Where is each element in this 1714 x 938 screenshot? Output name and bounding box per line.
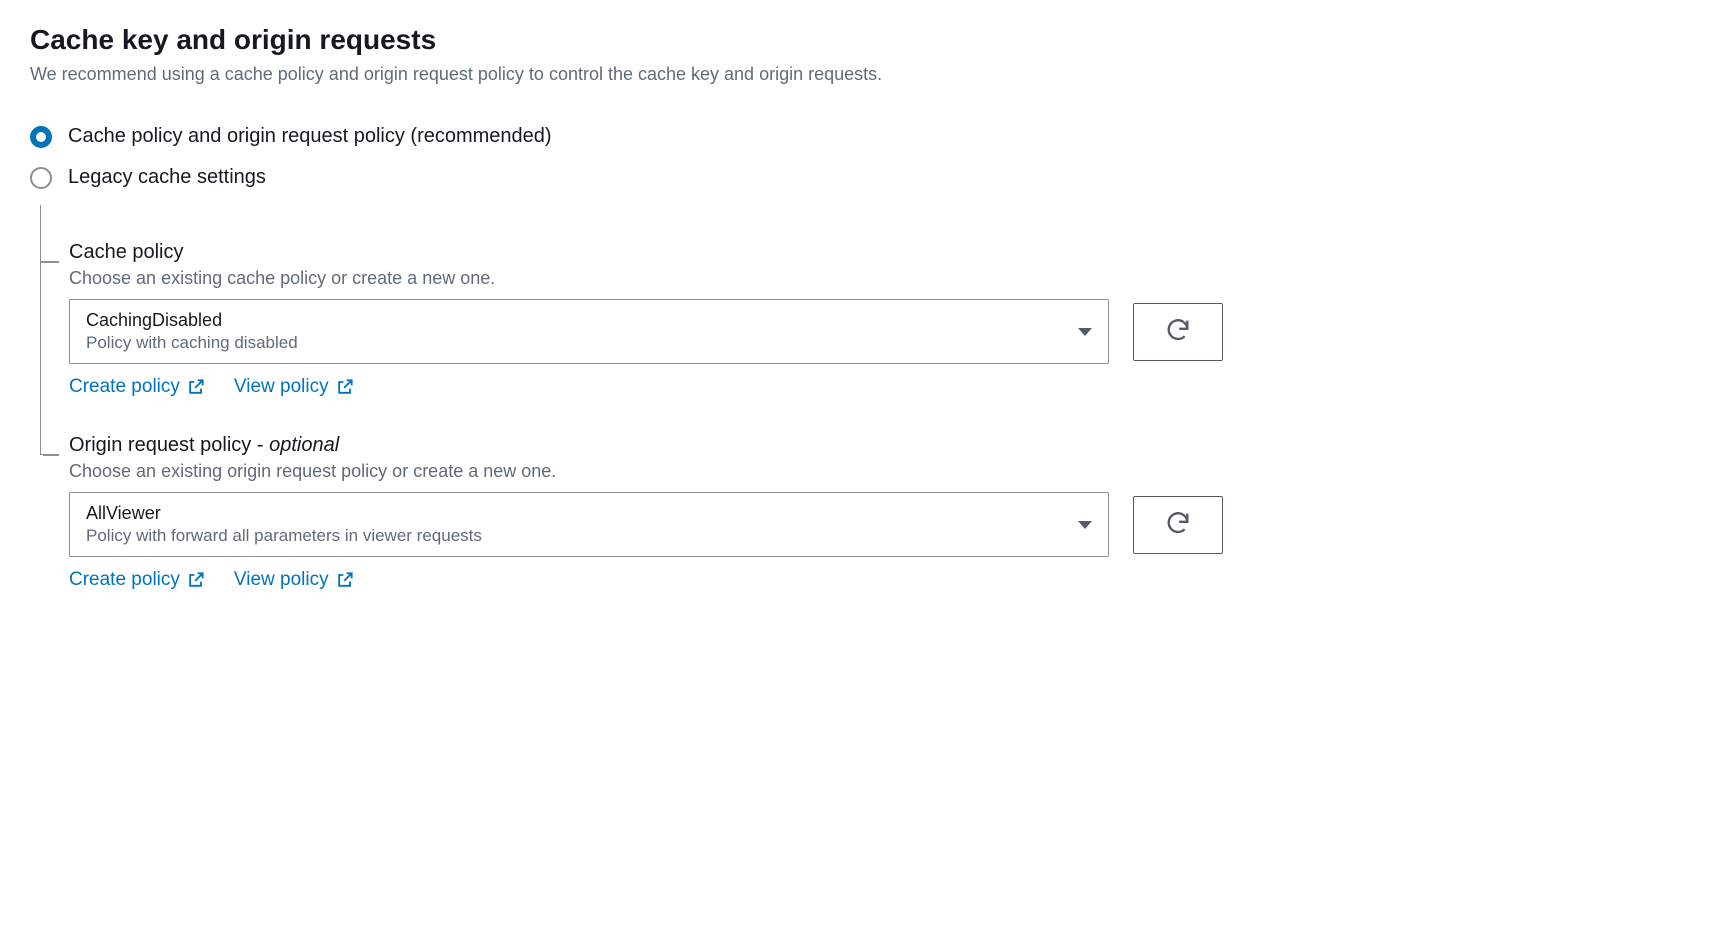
label-dash: - — [257, 434, 269, 456]
origin-request-policy-description: Choose an existing origin request policy… — [69, 461, 1684, 482]
select-subtext: Policy with forward all parameters in vi… — [86, 526, 482, 546]
label-optional: optional — [269, 434, 339, 456]
cache-policy-label: Cache policy — [69, 241, 1684, 264]
origin-request-policy-block: Origin request policy - optional Choose … — [41, 398, 1684, 591]
policy-mode-radio-group: Cache policy and origin request policy (… — [30, 125, 1684, 189]
external-link-icon — [335, 377, 355, 397]
caret-down-icon — [1078, 328, 1092, 336]
cache-policy-select[interactable]: CachingDisabled Policy with caching disa… — [69, 299, 1109, 364]
cache-policy-block: Cache policy Choose an existing cache po… — [41, 205, 1684, 398]
origin-request-policy-links: Create policy View policy — [69, 569, 1684, 591]
radio-indicator-selected — [30, 126, 52, 148]
select-value: CachingDisabled — [86, 310, 298, 331]
link-text: View policy — [234, 376, 329, 398]
radio-label: Cache policy and origin request policy (… — [68, 125, 552, 148]
policy-tree: Cache policy Choose an existing cache po… — [40, 205, 1684, 591]
select-content: AllViewer Policy with forward all parame… — [86, 503, 482, 546]
cache-key-section: Cache key and origin requests We recomme… — [30, 24, 1684, 591]
select-value: AllViewer — [86, 503, 482, 524]
cache-policy-links: Create policy View policy — [69, 376, 1684, 398]
external-link-icon — [186, 570, 206, 590]
select-subtext: Policy with caching disabled — [86, 333, 298, 353]
refresh-origin-policy-button[interactable] — [1133, 496, 1223, 554]
cache-policy-description: Choose an existing cache policy or creat… — [69, 268, 1684, 289]
link-text: Create policy — [69, 376, 180, 398]
caret-down-icon — [1078, 521, 1092, 529]
radio-indicator-unselected — [30, 167, 52, 189]
radio-option-recommended[interactable]: Cache policy and origin request policy (… — [30, 125, 1684, 148]
cache-policy-select-row: CachingDisabled Policy with caching disa… — [69, 299, 1684, 364]
create-cache-policy-link[interactable]: Create policy — [69, 376, 206, 398]
external-link-icon — [335, 570, 355, 590]
section-heading: Cache key and origin requests — [30, 24, 1684, 56]
select-content: CachingDisabled Policy with caching disa… — [86, 310, 298, 353]
section-description: We recommend using a cache policy and or… — [30, 64, 1684, 85]
view-origin-policy-link[interactable]: View policy — [234, 569, 355, 591]
external-link-icon — [186, 377, 206, 397]
origin-request-policy-label: Origin request policy - optional — [69, 434, 1684, 457]
link-text: Create policy — [69, 569, 180, 591]
refresh-icon — [1164, 509, 1192, 540]
radio-option-legacy[interactable]: Legacy cache settings — [30, 166, 1684, 189]
create-origin-policy-link[interactable]: Create policy — [69, 569, 206, 591]
view-cache-policy-link[interactable]: View policy — [234, 376, 355, 398]
refresh-icon — [1164, 316, 1192, 347]
refresh-cache-policy-button[interactable] — [1133, 303, 1223, 361]
origin-request-policy-select-row: AllViewer Policy with forward all parame… — [69, 492, 1684, 557]
radio-label: Legacy cache settings — [68, 166, 266, 189]
origin-request-policy-select[interactable]: AllViewer Policy with forward all parame… — [69, 492, 1109, 557]
label-main: Origin request policy — [69, 434, 257, 456]
link-text: View policy — [234, 569, 329, 591]
